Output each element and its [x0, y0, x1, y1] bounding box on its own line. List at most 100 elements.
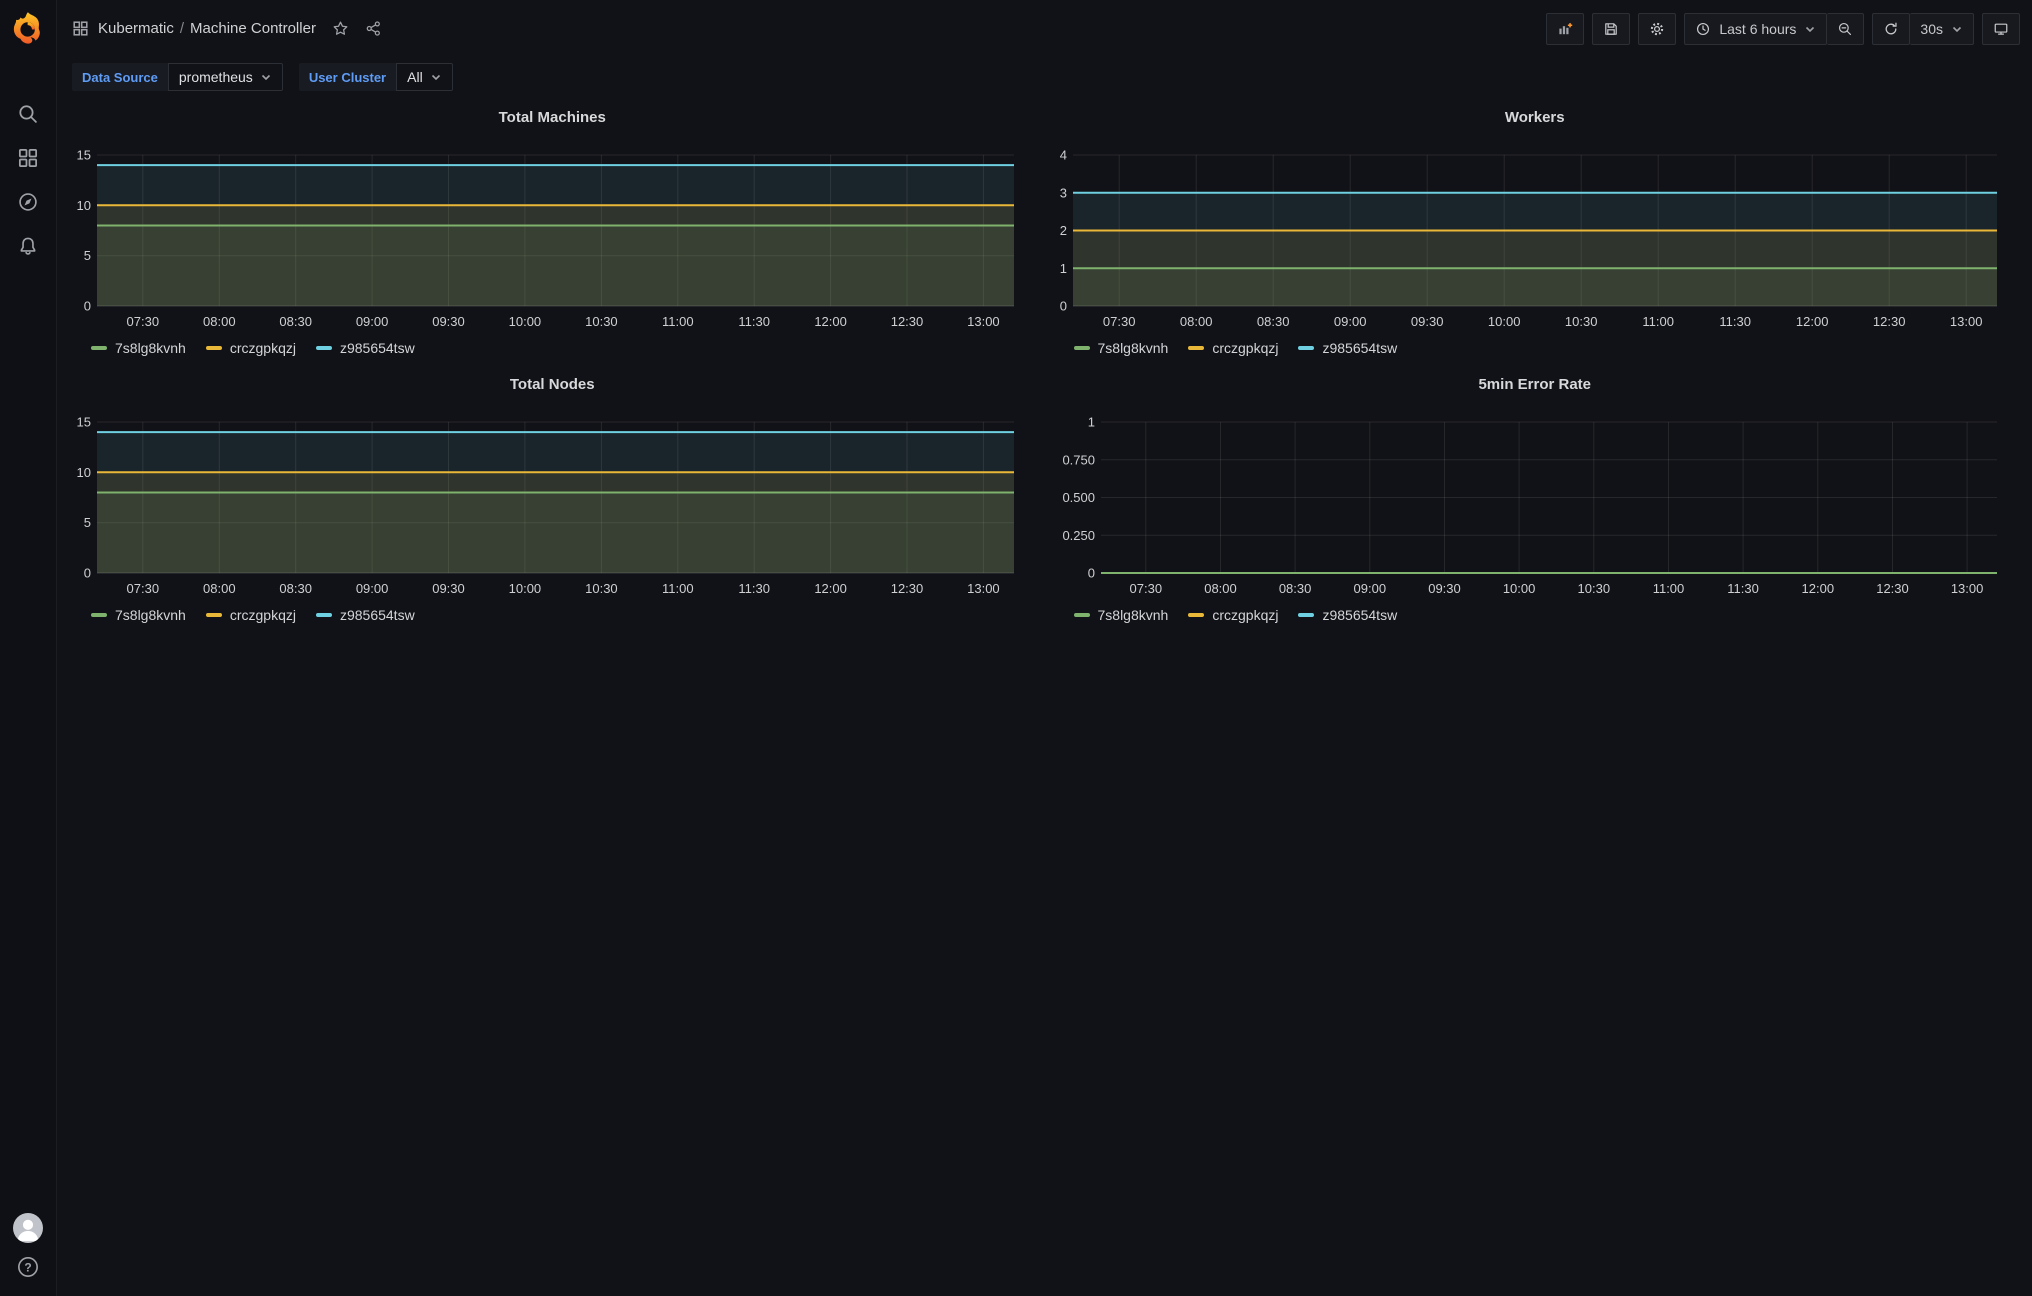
time-range-label: Last 6 hours: [1719, 20, 1797, 37]
legend-item-7s8lg8kvnh[interactable]: 7s8lg8kvnh: [1073, 607, 1169, 623]
panel-total-machines: Total Machines 0 5 10 15 07:30 08:00 08:30 09:0…: [67, 105, 1038, 360]
kiosk-mode-button[interactable]: [1982, 12, 2020, 45]
svg-text:12:00: 12:00: [814, 314, 847, 329]
legend-label: 7s8lg8kvnh: [115, 340, 186, 356]
legend-item-z985654tsw[interactable]: z985654tsw: [315, 340, 415, 356]
svg-text:3: 3: [1059, 185, 1066, 200]
panel-title[interactable]: Workers: [1050, 105, 2021, 131]
explore-compass-icon[interactable]: [0, 180, 56, 224]
svg-text:09:00: 09:00: [356, 314, 389, 329]
refresh-interval-dropdown[interactable]: 30s: [1910, 12, 1974, 45]
breadcrumb-folder[interactable]: Kubermatic: [98, 20, 174, 37]
dashboards-icon[interactable]: [0, 136, 56, 180]
add-panel-button[interactable]: [1546, 12, 1585, 45]
svg-text:09:30: 09:30: [1428, 581, 1461, 596]
svg-text:13:00: 13:00: [967, 581, 1000, 596]
svg-text:07:30: 07:30: [1129, 581, 1162, 596]
variable-label: User Cluster: [298, 63, 397, 91]
svg-text:2: 2: [1059, 223, 1066, 238]
svg-text:1: 1: [1059, 261, 1066, 276]
data-source-dropdown[interactable]: prometheus: [167, 63, 283, 91]
grafana-logo-icon[interactable]: [10, 10, 46, 46]
legend-label: crczgpkqzj: [229, 607, 296, 623]
svg-text:08:00: 08:00: [1204, 581, 1237, 596]
svg-text:0.750: 0.750: [1062, 452, 1095, 467]
legend-label: z985654tsw: [339, 607, 415, 623]
svg-text:4: 4: [1059, 148, 1066, 163]
share-icon[interactable]: [365, 20, 382, 37]
refresh-button[interactable]: [1872, 12, 1911, 45]
time-range-picker[interactable]: Last 6 hours: [1684, 12, 1828, 45]
panel-5min-error-rate: 5min Error Rate 0 0.250 0.500 0.750 1 07:30 08…: [1050, 372, 2021, 627]
svg-text:12:30: 12:30: [1872, 314, 1905, 329]
chart-5min-error-rate[interactable]: 0 0.250 0.500 0.750 1 07:30 08:00 08:30 09:00 09:…: [1050, 398, 2021, 603]
legend-item-crczgpkqzj[interactable]: crczgpkqzj: [1188, 340, 1278, 356]
svg-text:11:00: 11:00: [662, 581, 694, 596]
svg-text:10: 10: [77, 198, 91, 213]
legend-item-crczgpkqzj[interactable]: crczgpkqzj: [205, 340, 296, 356]
panel-title[interactable]: 5min Error Rate: [1050, 372, 2021, 398]
save-icon: [1605, 22, 1618, 35]
help-icon[interactable]: ?: [16, 1255, 40, 1279]
chart-total-nodes[interactable]: 0 5 10 15 07:30 08:00 08:30 09:00 09:30 10:00 10:3…: [67, 398, 1038, 603]
svg-text:1: 1: [1087, 415, 1094, 430]
zoom-out-button[interactable]: [1827, 12, 1865, 45]
breadcrumb-dashboard[interactable]: Machine Controller: [190, 20, 316, 37]
sidebar: ?: [0, 0, 57, 1296]
svg-text:10:00: 10:00: [1502, 581, 1535, 596]
svg-text:08:30: 08:30: [279, 314, 312, 329]
legend-item-crczgpkqzj[interactable]: crczgpkqzj: [1188, 607, 1278, 623]
alerting-bell-icon[interactable]: [0, 224, 56, 268]
variable-data-source: Data Source prometheus: [72, 63, 283, 91]
avatar[interactable]: [13, 1213, 43, 1243]
chevron-down-icon: [431, 74, 440, 81]
save-dashboard-button[interactable]: [1592, 12, 1631, 45]
svg-text:12:30: 12:30: [891, 581, 924, 596]
svg-text:12:30: 12:30: [1876, 581, 1909, 596]
svg-text:12:30: 12:30: [891, 314, 924, 329]
svg-text:09:00: 09:00: [1353, 581, 1386, 596]
chart-workers[interactable]: 0 1 2 3 4 07:30 08:00 08:30 09:00 09:30 10:00 10:30…: [1050, 131, 2021, 336]
panel-title[interactable]: Total Machines: [67, 105, 1038, 131]
search-icon[interactable]: [0, 92, 56, 136]
star-icon[interactable]: [332, 20, 349, 37]
user-cluster-dropdown[interactable]: All: [396, 63, 453, 91]
settings-gear-icon: [1651, 22, 1664, 35]
sidebar-bottom: ?: [13, 1213, 43, 1296]
legend-color-dash: [315, 613, 332, 617]
legend-item-z985654tsw[interactable]: z985654tsw: [1298, 607, 1397, 623]
refresh-icon: [1886, 22, 1898, 34]
legend-color-dash: [1298, 346, 1315, 350]
legend-item-7s8lg8kvnh[interactable]: 7s8lg8kvnh: [1073, 340, 1168, 356]
legend-item-z985654tsw[interactable]: z985654tsw: [315, 607, 415, 623]
legend-item-crczgpkqzj[interactable]: crczgpkqzj: [205, 607, 296, 623]
svg-text:10:30: 10:30: [1564, 314, 1597, 329]
legend-item-z985654tsw[interactable]: z985654tsw: [1298, 340, 1397, 356]
svg-text:10:30: 10:30: [1577, 581, 1610, 596]
legend: 7s8lg8kvnh crczgpkqzj z985654tsw: [67, 603, 1038, 627]
variables-row: Data Source prometheus User Cluster All: [57, 57, 2032, 97]
svg-text:09:30: 09:30: [432, 581, 465, 596]
data-source-value: prometheus: [178, 69, 253, 85]
legend-color-dash: [91, 613, 107, 617]
legend-color-dash: [1188, 613, 1205, 617]
svg-text:13:00: 13:00: [1950, 581, 1983, 596]
dashboard-settings-button[interactable]: [1638, 12, 1677, 45]
chevron-down-icon: [1952, 26, 1962, 32]
legend: 7s8lg8kvnh crczgpkqzj z985654tsw: [1050, 603, 2021, 627]
legend-label: 7s8lg8kvnh: [1097, 607, 1169, 623]
legend-item-7s8lg8kvnh[interactable]: 7s8lg8kvnh: [91, 607, 186, 623]
legend-color-dash: [91, 346, 107, 350]
variable-label: Data Source: [72, 63, 168, 91]
legend-item-7s8lg8kvnh[interactable]: 7s8lg8kvnh: [91, 340, 186, 356]
panel-title[interactable]: Total Nodes: [67, 372, 1038, 398]
svg-text:10: 10: [77, 465, 91, 480]
svg-text:09:00: 09:00: [356, 581, 389, 596]
chart-total-machines[interactable]: 0 5 10 15 07:30 08:00 08:30 09:00 09:30 10:00 10:3…: [67, 131, 1038, 336]
svg-text:13:00: 13:00: [967, 314, 1000, 329]
svg-text:11:30: 11:30: [738, 314, 770, 329]
svg-text:0: 0: [1059, 299, 1066, 314]
svg-text:08:30: 08:30: [1256, 314, 1289, 329]
svg-text:12:00: 12:00: [814, 581, 847, 596]
svg-text:09:00: 09:00: [1333, 314, 1366, 329]
